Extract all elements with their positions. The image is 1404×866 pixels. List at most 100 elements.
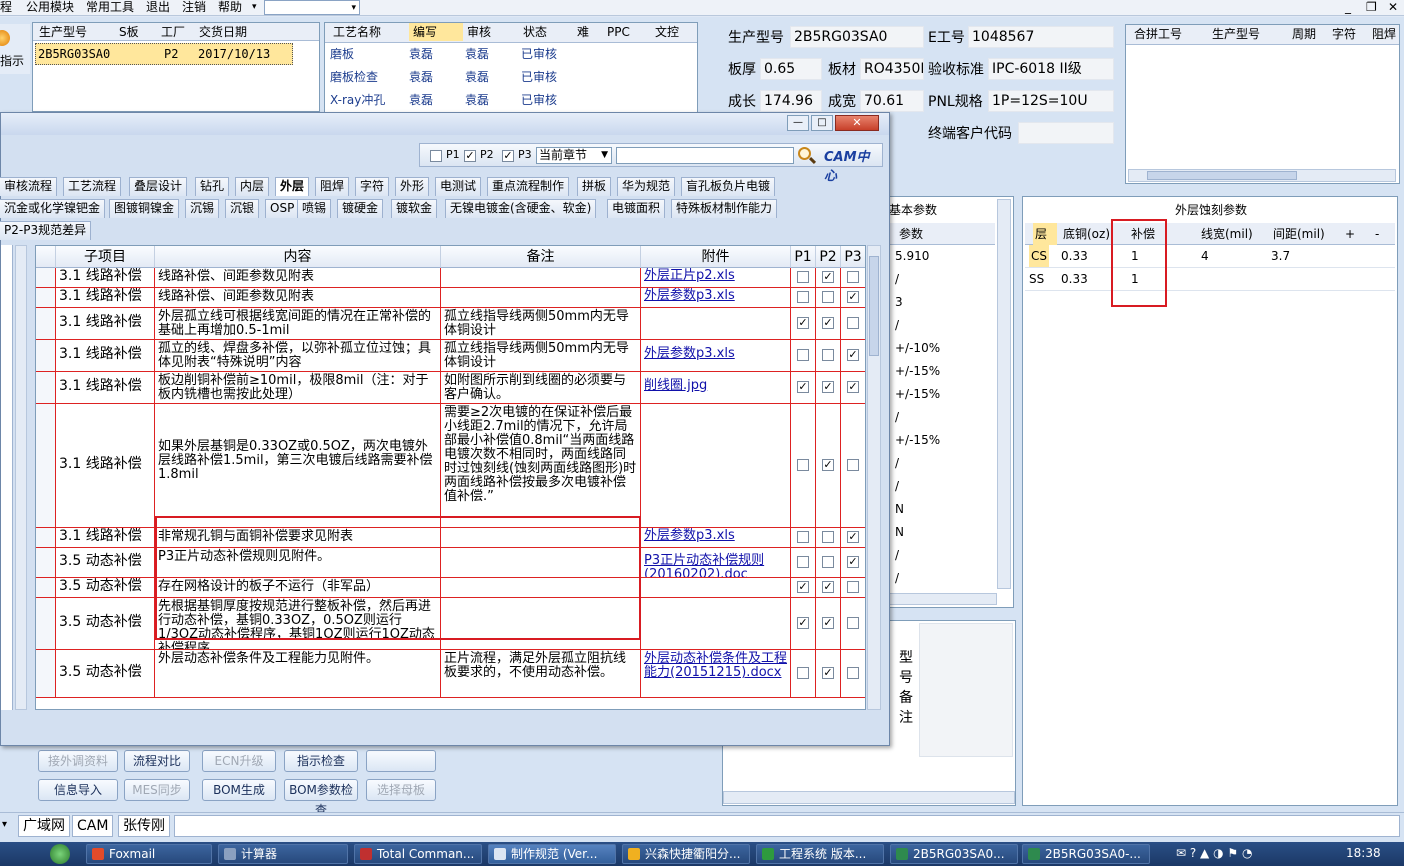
thickness-field[interactable]: 0.65 [760,58,822,80]
customer-code-field[interactable] [1018,122,1114,144]
p1-checkbox[interactable] [797,556,809,568]
attachment-link[interactable] [641,308,791,339]
spec-row[interactable]: 3.1 线路补偿 板边削铜补偿前≥10mil，极限8mil（注：对于板内铣槽也需按… [36,372,865,404]
basic-params-vscrollbar[interactable] [997,199,1011,589]
p1-checkbox[interactable]: ✓ [797,381,809,393]
tab-enig-enepig[interactable]: 沉金或化学镍钯金 [0,199,106,218]
p3-checkbox[interactable]: ✓ [847,349,859,361]
tray-icons[interactable]: ✉ ? ▲ ◑ ⚑ ◔ [1176,846,1252,860]
row-selector[interactable] [36,650,56,697]
task-total-commander[interactable]: Total Comman... [354,844,482,864]
attachment-link[interactable] [641,578,791,597]
task-foxmail[interactable]: Foxmail [86,844,212,864]
p2-checkbox[interactable]: ✓ [464,150,476,162]
col-plus[interactable]: + [1345,223,1355,245]
dialog-maximize-icon[interactable]: □ [811,115,833,131]
pnl-field[interactable]: 1P=12S=10U [988,90,1114,112]
basic-params-hscrollbar[interactable] [889,593,997,605]
col-content[interactable]: 内容 [155,246,441,268]
menu-item-program[interactable]: 程 [0,0,12,15]
tab-review-flow[interactable]: 审核流程 [0,177,58,196]
help-dropdown-icon[interactable]: ▾ [252,0,257,15]
row-selector[interactable] [36,308,56,339]
process-row[interactable]: 磨板检查 袁磊 袁磊 已审核 [325,66,697,89]
tab-p2-p3-diff[interactable]: P2-P3规范差异 [0,221,92,240]
minimize-icon[interactable]: _ [1345,0,1351,15]
p2-checkbox[interactable] [822,349,834,361]
col-note[interactable]: 备注 [441,246,641,268]
col-factory[interactable]: 工厂 [161,23,185,41]
p2-checkbox[interactable]: ✓ [822,381,834,393]
menu-item-logout[interactable]: 注销 [182,0,206,15]
spec-row[interactable]: 3.1 线路补偿 孤立的线、焊盘多补偿，以弥补孤立位过蚀；具体见附表“特殊说明”内… [36,340,865,372]
col-period[interactable]: 周期 [1292,25,1316,43]
task-browser[interactable]: 兴森快捷衢阳分... [622,844,750,864]
tab-solder-mask[interactable]: 阻焊 [315,177,350,196]
menu-item-tools[interactable]: 常用工具 [86,0,134,15]
col-merge-model[interactable]: 生产型号 [1212,25,1260,43]
col-p2[interactable]: P2 [816,246,841,268]
etch-row[interactable]: SS 0.33 1 [1025,268,1395,291]
search-icon[interactable] [796,146,818,166]
ecn-upgrade-button[interactable]: ECN升级 [202,750,276,772]
tab-immersion-silver[interactable]: 沉银 [225,199,260,218]
p3-checkbox[interactable] [847,667,859,679]
clock[interactable]: 18:38 [1346,846,1381,860]
p2-checkbox[interactable]: ✓ [822,667,834,679]
col-mask[interactable]: 阻焊 [1372,25,1396,43]
col-writer[interactable]: 编写 [409,23,463,41]
tab-electrical-test[interactable]: 电测试 [435,177,482,196]
p3-checkbox[interactable]: ✓ [847,556,859,568]
tab-panelization[interactable]: 拼板 [577,177,612,196]
model-field[interactable]: 2B5RG03SA0 [790,26,924,48]
col-status[interactable]: 状态 [523,23,547,41]
row-selector[interactable] [36,548,56,577]
tab-hasl[interactable]: 喷锡 [297,199,332,218]
col-delivery-date[interactable]: 交货日期 [199,23,247,41]
p1-checkbox[interactable] [430,150,442,162]
info-import-button[interactable]: 信息导入 [38,779,118,801]
p1-checkbox[interactable]: ✓ [797,617,809,629]
attachment-link[interactable] [641,404,791,527]
col-attachment[interactable]: 附件 [641,246,791,268]
attachment-link[interactable]: 外层动态补偿条件及工程能力(20151215).docx [641,650,791,697]
process-row[interactable]: X-ray冲孔 袁磊 袁磊 已审核 [325,89,697,112]
p2-checkbox[interactable]: ✓ [822,617,834,629]
task-calculator[interactable]: 计算器 [218,844,348,864]
eno-field[interactable]: 1048567 [968,26,1114,48]
col-base-copper[interactable]: 底铜(oz) [1063,223,1110,245]
col-layer[interactable]: 层 [1033,223,1057,245]
select-motherboard-button[interactable]: 选择母板 [366,779,436,801]
start-orb-icon[interactable] [50,844,70,864]
menu-item-exit[interactable]: 退出 [146,0,170,15]
blank-button[interactable] [366,750,436,772]
attachment-link[interactable] [641,598,791,649]
p3-checkbox[interactable]: ✓ [502,150,514,162]
row-selector[interactable] [36,340,56,371]
p1-checkbox[interactable] [797,459,809,471]
col-model[interactable]: 生产型号 [39,23,87,41]
process-row[interactable]: 磨板 袁磊 袁磊 已审核 [325,43,697,66]
col-char[interactable]: 字符 [1332,25,1356,43]
restore-icon[interactable]: ❐ [1366,0,1377,15]
attachment-link[interactable]: 外层参数p3.xls [641,528,791,547]
col-s-board[interactable]: S板 [119,23,139,41]
side-indicator-button[interactable]: 指示 [0,52,24,69]
tab-outline[interactable]: 外形 [395,177,430,196]
p2-checkbox[interactable]: ✓ [822,317,834,329]
p3-checkbox[interactable]: ✓ [847,381,859,393]
attachment-link[interactable]: 削线圈.jpg [641,372,791,403]
p2-checkbox[interactable]: ✓ [822,271,834,283]
tab-inner-layer[interactable]: 内层 [235,177,270,196]
col-line-width[interactable]: 线宽(mil) [1201,223,1253,245]
order-row-selected[interactable]: 2B5RG03SA0 P2 2017/10/13 [35,43,293,65]
standard-field[interactable]: IPC-6018 II级 [988,58,1114,80]
spec-row[interactable]: 3.1 线路补偿 线路补偿、间距参数见附表 外层正片p2.xls ✓ [36,268,865,288]
menu-item-help[interactable]: 帮助 [218,0,242,15]
tab-plating-area[interactable]: 电镀面积 [607,199,666,218]
merge-hscrollbar[interactable] [1128,169,1396,182]
row-selector[interactable] [36,528,56,547]
tab-blind-via-negative[interactable]: 盲孔板负片电镀 [681,177,776,196]
task-engineering-system[interactable]: 工程系统 版本... [756,844,884,864]
p3-checkbox[interactable] [847,271,859,283]
